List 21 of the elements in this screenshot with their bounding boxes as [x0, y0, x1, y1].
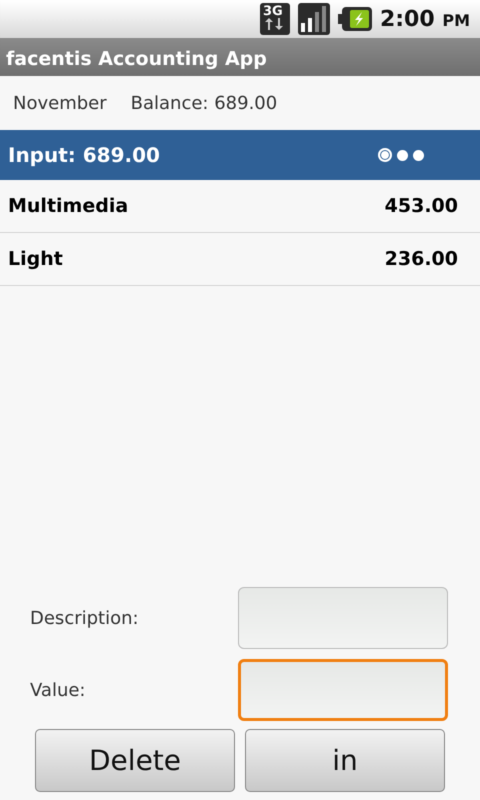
page-indicator-dot[interactable]	[378, 148, 392, 162]
balance-label: Balance: 689.00	[130, 92, 278, 116]
input-field[interactable]	[238, 587, 448, 649]
field-label: Value:	[30, 678, 86, 702]
signal-icon	[298, 3, 330, 35]
item-amount: 453.00	[384, 194, 458, 219]
action-button[interactable]: Delete	[35, 729, 235, 792]
input-field[interactable]	[238, 659, 448, 721]
item-amount: 236.00	[384, 246, 458, 272]
field-label: Description:	[30, 606, 140, 630]
item-name: Multimedia	[8, 194, 128, 219]
page-indicator-dot[interactable]	[413, 150, 424, 160]
header-title: Input: 689.00	[8, 142, 160, 169]
network-icon: 3G	[260, 3, 290, 35]
battery-charging-icon	[338, 7, 372, 31]
page-indicator-dot[interactable]	[397, 150, 408, 160]
action-button[interactable]: in	[245, 729, 445, 792]
app-title: facentis Accounting App	[0, 38, 480, 76]
month-label: November	[13, 92, 107, 116]
clock-time: 2:00 PM	[380, 6, 470, 34]
item-name: Light	[8, 246, 63, 272]
